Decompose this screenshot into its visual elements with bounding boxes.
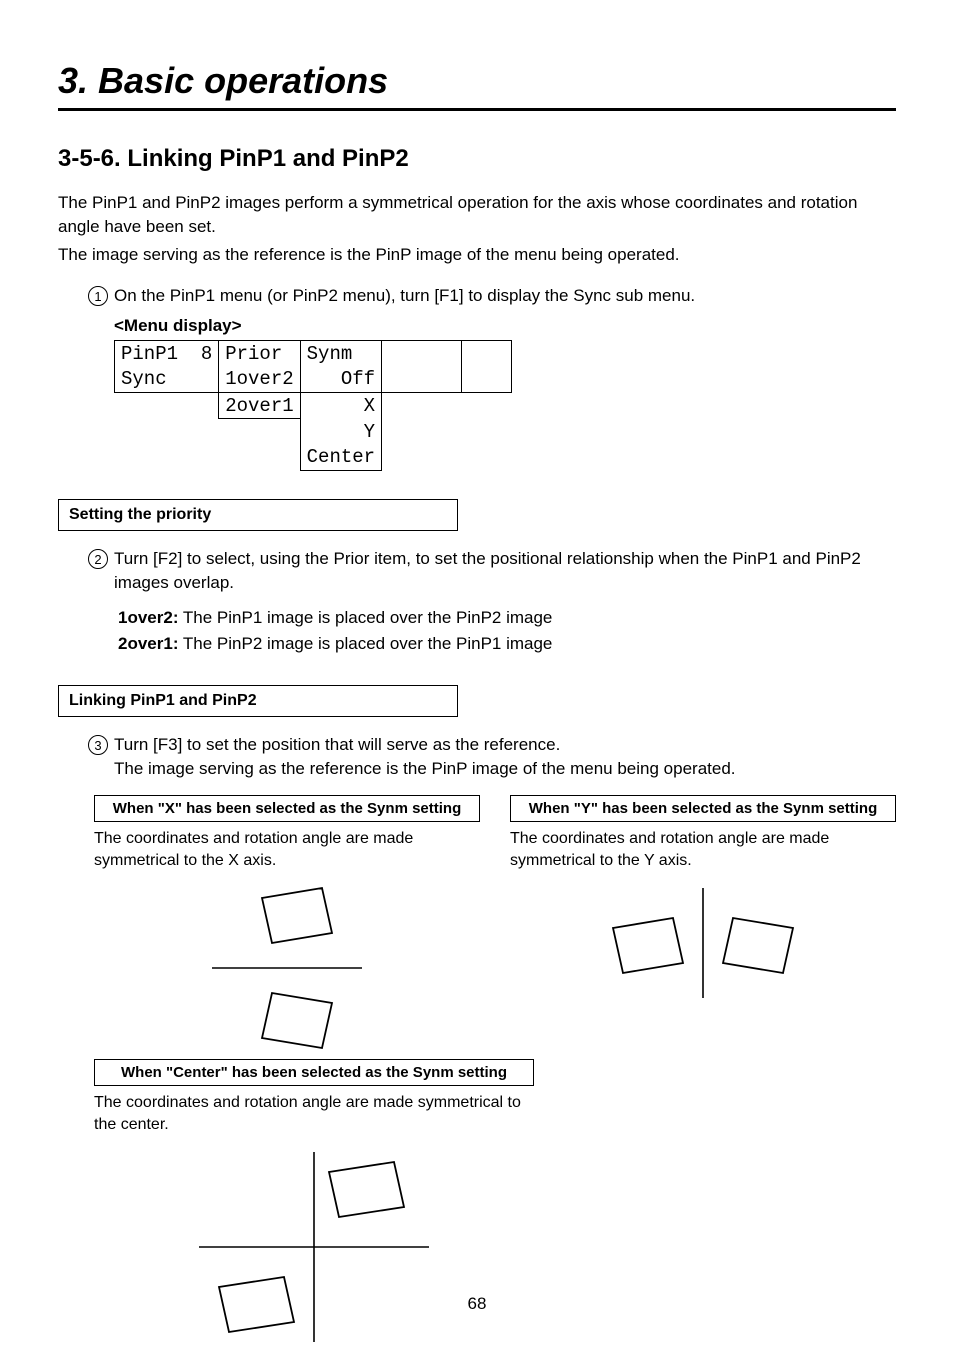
synm-x-heading: When "X" has been selected as the Synm s… <box>94 795 480 822</box>
def-2over1: 2over1: The PinP2 image is placed over t… <box>118 631 896 657</box>
step-3-line-2: The image serving as the reference is th… <box>114 759 736 778</box>
def-term: 2over1: <box>118 634 178 653</box>
intro-paragraph-1: The PinP1 and PinP2 images perform a sym… <box>58 191 896 239</box>
synm-center-heading: When "Center" has been selected as the S… <box>94 1059 534 1086</box>
menu-cell: X <box>300 393 381 419</box>
menu-cell: 2over1 <box>219 393 300 419</box>
synm-y-heading: When "Y" has been selected as the Synm s… <box>510 795 896 822</box>
menu-cell: Sync <box>115 367 219 393</box>
synm-center-diagram-icon <box>179 1147 449 1347</box>
linking-heading-box: Linking PinP1 and PinP2 <box>58 685 458 717</box>
step-3: 3 Turn [F3] to set the position that wil… <box>88 733 896 781</box>
menu-cell <box>382 341 462 367</box>
step-2: 2 Turn [F2] to select, using the Prior i… <box>88 547 896 595</box>
step-2-number-icon: 2 <box>88 549 108 569</box>
def-text: The PinP2 image is placed over the PinP1… <box>178 634 552 653</box>
def-term: 1over2: <box>118 608 178 627</box>
step-3-number-icon: 3 <box>88 735 108 755</box>
synm-y-diagram-icon <box>588 883 818 1003</box>
menu-cell: Off <box>300 367 381 393</box>
synm-center-body: The coordinates and rotation angle are m… <box>94 1092 534 1137</box>
page-number: 68 <box>0 1294 954 1314</box>
priority-heading-box: Setting the priority <box>58 499 458 531</box>
synm-x-block: When "X" has been selected as the Synm s… <box>94 795 480 1053</box>
section-title: 3-5-6. Linking PinP1 and PinP2 <box>58 145 896 173</box>
synm-y-body: The coordinates and rotation angle are m… <box>510 828 896 873</box>
menu-cell: 1over2 <box>219 367 300 393</box>
menu-cell <box>462 341 512 367</box>
step-1: 1 On the PinP1 menu (or PinP2 menu), tur… <box>88 284 896 308</box>
step-3-text: Turn [F3] to set the position that will … <box>114 733 896 781</box>
synm-x-body: The coordinates and rotation angle are m… <box>94 828 480 873</box>
menu-cell: Synm <box>300 341 381 367</box>
menu-display-label: <Menu display> <box>114 316 896 336</box>
menu-cell <box>382 367 462 393</box>
menu-cell: Y <box>300 419 381 445</box>
step-1-number-icon: 1 <box>88 286 108 306</box>
chapter-title: 3. Basic operations <box>58 60 896 111</box>
step-2-text: Turn [F2] to select, using the Prior ite… <box>114 547 896 595</box>
priority-definitions: 1over2: The PinP1 image is placed over t… <box>118 605 896 658</box>
def-text: The PinP1 image is placed over the PinP2… <box>178 608 552 627</box>
step-1-text: On the PinP1 menu (or PinP2 menu), turn … <box>114 284 896 308</box>
menu-cell <box>462 367 512 393</box>
menu-cell: Center <box>300 445 381 471</box>
synm-x-diagram-icon <box>192 883 382 1053</box>
synm-y-block: When "Y" has been selected as the Synm s… <box>510 795 896 1053</box>
def-1over2: 1over2: The PinP1 image is placed over t… <box>118 605 896 631</box>
menu-cell: Prior <box>219 341 300 367</box>
intro-paragraph-2: The image serving as the reference is th… <box>58 243 896 267</box>
menu-display-table: PinP1 8 Prior Synm Sync 1over2 Off 2over… <box>114 340 512 471</box>
step-3-line-1: Turn [F3] to set the position that will … <box>114 735 560 754</box>
menu-cell: PinP1 8 <box>115 341 219 367</box>
